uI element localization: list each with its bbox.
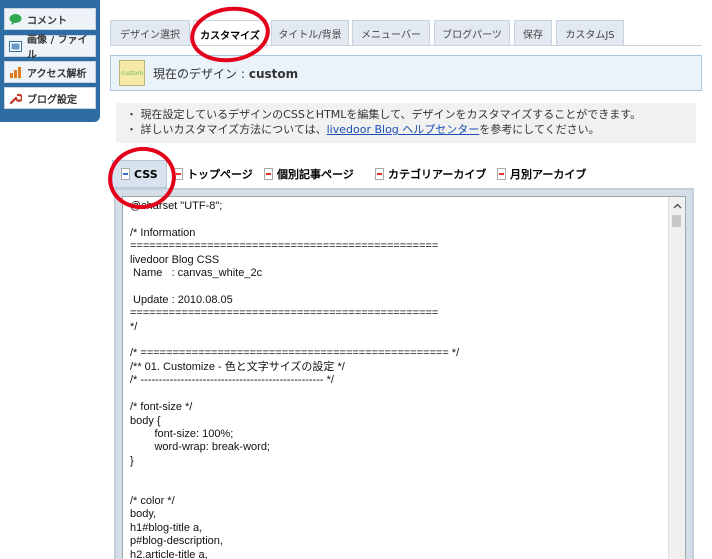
sidebar-item-blog-settings[interactable]: ブログ設定 <box>4 87 96 109</box>
html-file-icon <box>375 168 384 180</box>
file-tab-category-archive[interactable]: カテゴリアーカイブ <box>375 161 486 187</box>
comment-icon <box>9 13 22 25</box>
current-design-bar: custom 現在のデザイン : custom <box>110 55 702 91</box>
html-file-icon <box>174 168 183 180</box>
tab-divider <box>110 45 702 46</box>
file-tab-top-page[interactable]: トップページ <box>174 161 253 187</box>
sidebar-item-label: ブログ設定 <box>27 94 77 106</box>
tab-customize[interactable]: カスタマイズ <box>193 20 267 47</box>
sidebar-item-label: 画像 / ファイル <box>27 35 88 61</box>
tab-menubar[interactable]: メニューバー <box>352 20 430 45</box>
analytics-icon <box>10 66 21 78</box>
sidebar-item-label: コメント <box>27 15 67 27</box>
tab-design-select[interactable]: デザイン選択 <box>110 20 190 45</box>
current-design-label: 現在のデザイン : custom <box>153 66 299 81</box>
sidebar-item-analytics[interactable]: アクセス解析 <box>4 61 96 83</box>
scroll-up-icon[interactable] <box>672 201 682 211</box>
css-code[interactable]: @charset "UTF-8"; /* Information =======… <box>123 197 685 559</box>
html-file-icon <box>264 168 273 180</box>
info-line-1: ・ 現在設定しているデザインのCSSとHTMLを編集して、デザインをカスタマイズ… <box>126 108 642 121</box>
wrench-icon <box>9 93 22 104</box>
tab-blog-parts[interactable]: ブログパーツ <box>434 20 510 45</box>
sidebar-item-image-file[interactable]: 画像 / ファイル <box>4 35 96 61</box>
info-line-2: ・ 詳しいカスタマイズ方法については、livedoor Blog ヘルプセンター… <box>126 123 600 136</box>
file-tab-article-page[interactable]: 個別記事ページ <box>264 161 354 187</box>
css-editor-frame: @charset "UTF-8"; /* Information =======… <box>114 188 694 559</box>
help-center-link[interactable]: livedoor Blog ヘルプセンター <box>327 123 480 136</box>
tab-save[interactable]: 保存 <box>514 20 552 45</box>
current-design-name: custom <box>248 66 299 81</box>
sidebar-item-comment[interactable]: コメント <box>4 8 96 30</box>
image-file-icon <box>9 40 22 52</box>
editor-scrollbar[interactable] <box>668 197 685 559</box>
css-editor[interactable]: @charset "UTF-8"; /* Information =======… <box>122 196 686 559</box>
scrollbar-thumb[interactable] <box>672 215 681 227</box>
design-thumbnail: custom <box>119 60 145 86</box>
file-tab-monthly-archive[interactable]: 月別アーカイブ <box>497 161 586 187</box>
css-file-icon <box>121 168 130 180</box>
customize-info: ・ 現在設定しているデザインのCSSとHTMLを編集して、デザインをカスタマイズ… <box>116 103 696 143</box>
tab-title-background[interactable]: タイトル/背景 <box>271 20 349 45</box>
sidebar-item-label: アクセス解析 <box>27 68 87 80</box>
tab-custom-js[interactable]: カスタムJS <box>556 20 624 45</box>
file-tab-css[interactable]: CSS <box>112 160 167 188</box>
sidebar: コメント 画像 / ファイル アクセス解析 ブログ設定 <box>0 0 100 122</box>
html-file-icon <box>497 168 506 180</box>
